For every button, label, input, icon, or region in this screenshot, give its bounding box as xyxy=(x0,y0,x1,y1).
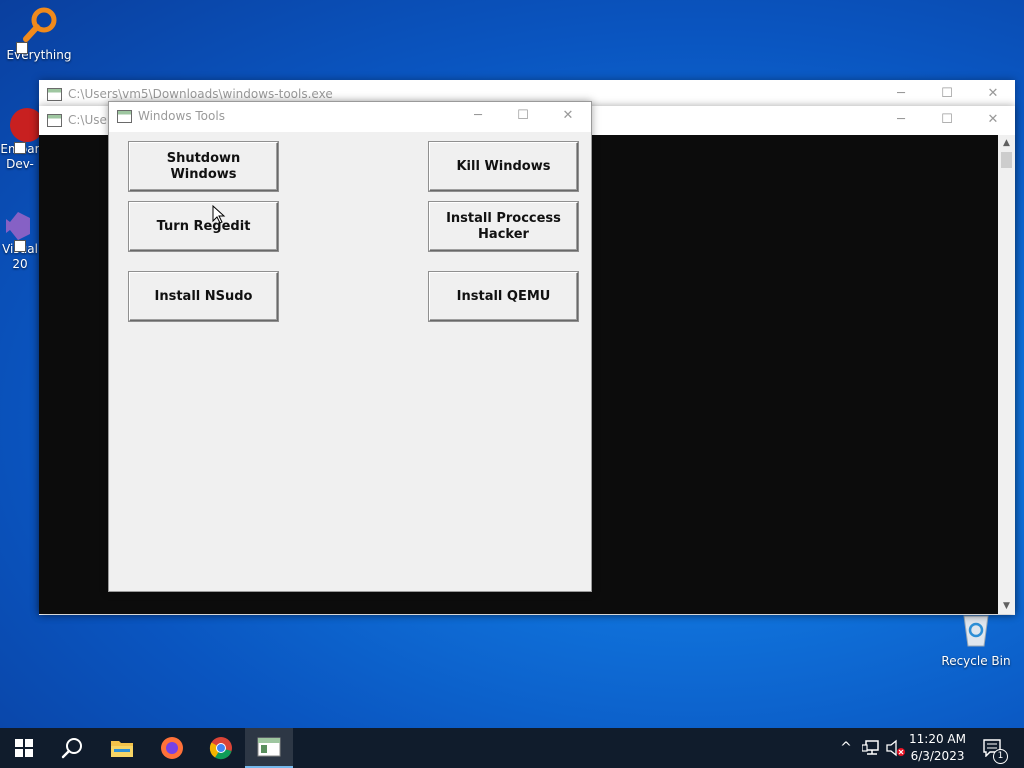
desktop-icon-everything[interactable]: Everything xyxy=(4,6,74,62)
windows-tools-titlebar[interactable]: Windows Tools ─ ☐ ✕ xyxy=(109,102,591,130)
file-explorer-icon xyxy=(111,741,133,757)
console-back-title: C:\Users\vm5\Downloads\windows-tools.exe xyxy=(68,87,333,101)
maximize-button[interactable]: ☐ xyxy=(924,80,970,108)
taskbar-firefox[interactable] xyxy=(148,728,196,768)
notification-count-badge: 1 xyxy=(993,749,1008,764)
close-button[interactable]: ✕ xyxy=(970,106,1016,134)
windows-tools-window[interactable]: Windows Tools ─ ☐ ✕ Shutdown Windows Kil… xyxy=(108,101,592,592)
clock-time: 11:20 AM xyxy=(909,732,966,746)
windows-tools-title: Windows Tools xyxy=(138,109,225,123)
tray-volume[interactable] xyxy=(884,728,908,768)
console-front-title: C:\User xyxy=(68,113,112,127)
taskbar-file-explorer[interactable] xyxy=(98,728,146,768)
chrome-icon xyxy=(209,737,232,760)
minimize-button[interactable]: ─ xyxy=(455,102,501,130)
everything-icon xyxy=(23,7,57,42)
maximize-button[interactable]: ☐ xyxy=(924,106,970,134)
shutdown-windows-button[interactable]: Shutdown Windows xyxy=(129,142,278,191)
taskbar-chrome[interactable] xyxy=(197,728,245,768)
firefox-icon xyxy=(161,737,183,759)
clock-date: 6/3/2023 xyxy=(910,749,965,763)
install-process-hacker-button[interactable]: Install Proccess Hacker xyxy=(429,202,578,251)
minimize-button[interactable]: ─ xyxy=(878,106,924,134)
install-qemu-button[interactable]: Install QEMU xyxy=(429,272,578,321)
close-button[interactable]: ✕ xyxy=(970,80,1016,108)
vertical-scrollbar[interactable]: ▲ ▼ xyxy=(998,135,1015,614)
desktop-icon-label: Recycle Bin xyxy=(941,654,1011,668)
visual-studio-icon xyxy=(6,212,30,240)
taskbar-clock[interactable]: 11:20 AM 6/3/2023 xyxy=(909,731,966,765)
windows-logo-icon xyxy=(15,739,33,757)
scroll-down-arrow-icon[interactable]: ▼ xyxy=(998,598,1015,614)
shortcut-arrow-icon xyxy=(16,42,28,54)
search-icon xyxy=(61,738,82,759)
tray-network[interactable] xyxy=(860,728,882,768)
install-nsudo-button[interactable]: Install NSudo xyxy=(129,272,278,321)
recycle-bin-icon xyxy=(963,615,989,647)
network-icon xyxy=(862,740,879,755)
notification-center-button[interactable]: 1 xyxy=(978,728,1008,768)
scrollbar-thumb[interactable] xyxy=(1001,152,1012,168)
kill-windows-button[interactable]: Kill Windows xyxy=(429,142,578,191)
search-button[interactable] xyxy=(48,728,96,768)
start-button[interactable] xyxy=(0,728,48,768)
shortcut-arrow-icon xyxy=(14,240,26,252)
windows-tools-app-icon xyxy=(117,110,132,123)
windows-tools-client-area: Shutdown Windows Kill Windows Turn Reged… xyxy=(109,132,591,591)
shortcut-arrow-icon xyxy=(14,142,26,154)
windows-tools-icon xyxy=(257,737,281,757)
volume-muted-icon xyxy=(886,739,905,757)
taskbar: ^ 11:20 AM 6/3/2023 1 xyxy=(0,728,1024,768)
embarcadero-icon xyxy=(10,108,40,142)
taskbar-windows-tools[interactable] xyxy=(245,728,293,768)
tray-overflow-chevron[interactable]: ^ xyxy=(836,728,856,768)
minimize-button[interactable]: ─ xyxy=(878,80,924,108)
turn-regedit-button[interactable]: Turn Regedit xyxy=(129,202,278,251)
desktop-icon-embarcadero[interactable]: Embar Dev- xyxy=(0,108,40,172)
close-button[interactable]: ✕ xyxy=(545,102,591,130)
console-app-icon xyxy=(47,88,62,101)
desktop-icon-label: Everything xyxy=(6,48,72,62)
maximize-button[interactable]: ☐ xyxy=(500,102,546,130)
mouse-cursor-icon xyxy=(212,205,226,224)
console-app-icon xyxy=(47,114,62,127)
desktop-icon-recycle-bin[interactable]: Recycle Bin xyxy=(940,612,1012,668)
desktop-icon-visual-studio[interactable]: Visual 20 xyxy=(0,208,40,272)
scroll-up-arrow-icon[interactable]: ▲ xyxy=(998,135,1015,151)
